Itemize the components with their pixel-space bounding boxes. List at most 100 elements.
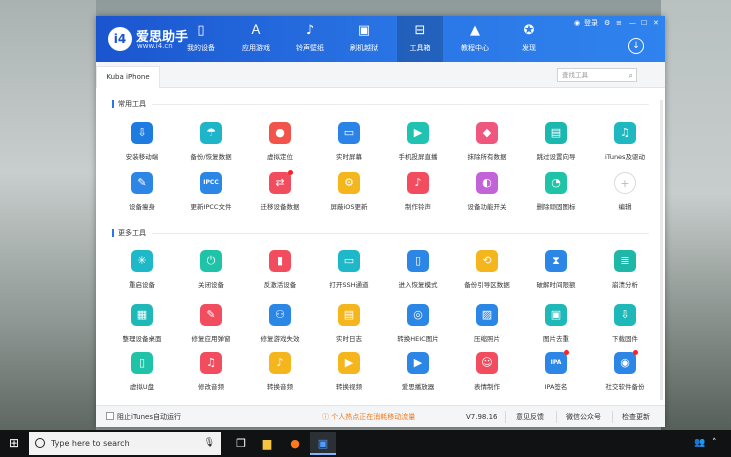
- section-title: 常用工具: [112, 100, 146, 108]
- search-input[interactable]: 查找工具 ⌕: [557, 68, 637, 82]
- tool-item[interactable]: ◎ 转换HEIC图片: [383, 304, 453, 352]
- divider: [556, 411, 557, 423]
- tool-item[interactable]: ◉ 社交软件备份: [590, 350, 660, 400]
- tool-item[interactable]: ▨ 压缩照片: [452, 304, 522, 352]
- hotspot-warning[interactable]: ⓘ 个人热点正在消耗移动流量: [322, 406, 415, 428]
- nav-tab-2[interactable]: ♪ 铃声壁纸: [287, 16, 333, 62]
- tool-label: 修改音频: [198, 383, 224, 391]
- tool-label: 打开SSH通道: [329, 281, 369, 289]
- tool-item[interactable]: IPA IPA签名: [521, 350, 591, 400]
- menu-icon[interactable]: ≡: [616, 18, 622, 28]
- tool-item[interactable]: ☂ 备份/恢复数据: [176, 122, 246, 170]
- tool-item[interactable]: ⇄ 迁移设备数据: [245, 170, 315, 220]
- tool-label: 关闭设备: [198, 281, 224, 289]
- close-icon[interactable]: ✕: [653, 18, 659, 28]
- tool-item[interactable]: ▭ 打开SSH通道: [314, 250, 384, 298]
- tool-item[interactable]: ▣ 图片去重: [521, 304, 591, 352]
- section-divider: [152, 104, 649, 105]
- check-update-link[interactable]: 检查更新: [622, 406, 650, 428]
- tool-item[interactable]: ♫ iTunes及驱动: [590, 122, 660, 170]
- tool-item[interactable]: ▯ 进入恢复模式: [383, 250, 453, 298]
- tool-item[interactable]: ⇩ 下载固件: [590, 304, 660, 352]
- minimize-icon[interactable]: —: [629, 18, 636, 28]
- device-tab[interactable]: Kuba iPhone: [96, 66, 160, 88]
- search-icon[interactable]: ⌕: [629, 70, 633, 82]
- tool-label: 手机投屏直播: [398, 153, 438, 161]
- tool-item[interactable]: IPCC 更新IPCC文件: [176, 172, 246, 220]
- tool-item[interactable]: ≣ 崩溃分析: [590, 250, 660, 298]
- i4-taskbar-icon[interactable]: ▣: [310, 432, 336, 455]
- nav-tab-3[interactable]: ▣ 刷机越狱: [341, 16, 387, 62]
- version-label: V7.98.16: [466, 413, 498, 421]
- microphone-icon[interactable]: 🎙: [204, 432, 215, 455]
- tool-item[interactable]: ▭ 实时屏幕: [314, 122, 384, 170]
- tool-item[interactable]: + 编辑: [590, 172, 660, 220]
- tool-item[interactable]: ▤ 跳过设置向导: [521, 122, 591, 170]
- tool-icon: ▤: [545, 122, 567, 144]
- tool-item[interactable]: ◆ 抹除所有数据: [452, 122, 522, 170]
- nav-tab-5[interactable]: ▲ 教程中心: [452, 16, 498, 62]
- tool-item[interactable]: ▯ 虚拟U盘: [107, 352, 177, 400]
- tool-item[interactable]: ☺ 表情制作: [452, 352, 522, 400]
- nav-tab-1[interactable]: Ａ 应用游戏: [233, 16, 279, 62]
- tool-item[interactable]: ● 虚拟定位: [245, 122, 315, 170]
- task-view-icon[interactable]: ❐: [228, 432, 254, 455]
- settings-icon[interactable]: ⚙: [604, 18, 610, 28]
- tool-item[interactable]: ✳ 重启设备: [107, 250, 177, 298]
- block-itunes-checkbox[interactable]: 阻止iTunes自动运行: [106, 406, 181, 428]
- tool-item[interactable]: ⧗ 破解时间限额: [521, 250, 591, 298]
- download-icon[interactable]: ↓: [628, 38, 644, 54]
- tool-item[interactable]: ⚙ 屏蔽iOS更新: [314, 172, 384, 220]
- tool-label: 实时日志: [336, 335, 362, 343]
- file-explorer-icon[interactable]: ▆: [254, 432, 280, 455]
- tool-label: 删除顽固图标: [536, 203, 576, 211]
- chevron-up-icon[interactable]: ˄: [712, 430, 717, 457]
- nav-tab-6[interactable]: ✪ 发现: [506, 16, 552, 62]
- tool-item[interactable]: ♫ 修改音频: [176, 352, 246, 400]
- notification-dot: [564, 350, 569, 355]
- firefox-icon[interactable]: ●: [282, 432, 308, 455]
- tool-item[interactable]: ✎ 修复应用弹窗: [176, 304, 246, 352]
- tool-item[interactable]: ▦ 整理设备桌面: [107, 304, 177, 352]
- tool-item[interactable]: ▮ 反激活设备: [245, 250, 315, 298]
- tool-item[interactable]: ▶ 手机投屏直播: [383, 122, 453, 170]
- tool-item[interactable]: ✎ 设备瘦身: [107, 172, 177, 220]
- nav-tab-4[interactable]: ⊟ 工具箱: [397, 16, 443, 62]
- block-itunes-label: 阻止iTunes自动运行: [117, 413, 181, 421]
- tool-item[interactable]: ▶ 爱思播放器: [383, 352, 453, 400]
- tool-item[interactable]: ▶ 转换视频: [314, 352, 384, 400]
- nav-tab-label: 铃声壁纸: [296, 44, 324, 52]
- tool-item[interactable]: ◔ 删除顽固图标: [521, 172, 591, 220]
- nav-tab-0[interactable]: ▯ 我的设备: [178, 16, 224, 62]
- search-placeholder: 查找工具: [562, 71, 588, 79]
- tool-icon: +: [614, 172, 636, 194]
- tool-label: 虚拟定位: [267, 153, 293, 161]
- tool-item[interactable]: ♪ 转换音频: [245, 352, 315, 400]
- windows-start-icon[interactable]: ⊞: [0, 430, 28, 457]
- maximize-icon[interactable]: ☐: [641, 18, 647, 28]
- tool-item[interactable]: ⏻ 关闭设备: [176, 250, 246, 298]
- hotspot-warning-text: 个人热点正在消耗移动流量: [331, 413, 416, 421]
- tool-icon: ▣: [545, 304, 567, 326]
- feedback-link[interactable]: 意见反馈: [516, 406, 544, 428]
- logo-url: www.i4.cn: [137, 42, 173, 50]
- people-icon[interactable]: 👥: [694, 430, 705, 457]
- tool-item[interactable]: ⚇ 修复游戏失效: [245, 304, 315, 352]
- tool-item[interactable]: ▤ 实时日志: [314, 304, 384, 352]
- tool-icon: ⚙: [338, 172, 360, 194]
- tool-item[interactable]: ♪ 制作铃声: [383, 172, 453, 220]
- login-link[interactable]: 登录: [584, 18, 598, 28]
- tool-item[interactable]: ⟲ 备份引导区数据: [452, 250, 522, 298]
- tool-label: 实时屏幕: [336, 153, 362, 161]
- tool-item[interactable]: ◐ 设备功能开关: [452, 172, 522, 220]
- tool-label: 转换视频: [336, 383, 362, 391]
- tool-icon: ▯: [131, 352, 153, 374]
- wechat-link[interactable]: 微信公众号: [566, 406, 601, 428]
- checkbox-icon[interactable]: [106, 412, 114, 420]
- taskbar-search[interactable]: Type here to search 🎙: [29, 432, 221, 455]
- tool-item[interactable]: ⇩ 安装移动端: [107, 122, 177, 170]
- user-icon[interactable]: ◉: [574, 18, 580, 28]
- i4-logo-icon: i4: [108, 27, 132, 51]
- scrollbar[interactable]: [660, 100, 663, 400]
- tool-icon: ☂: [200, 122, 222, 144]
